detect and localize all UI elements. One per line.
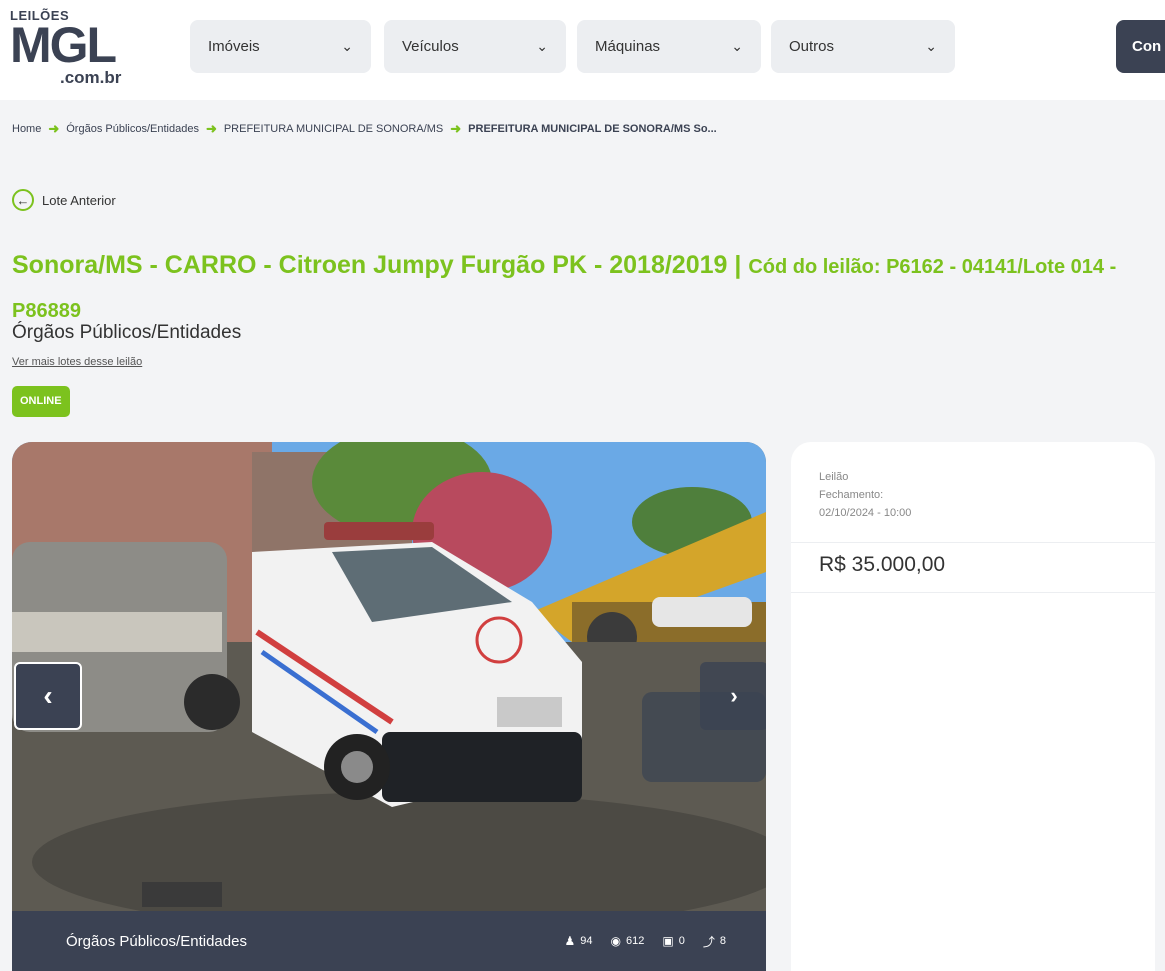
breadcrumb-item[interactable]: PREFEITURA MUNICIPAL DE SONORA/MS bbox=[224, 123, 443, 135]
photo-carousel: ‹ › Órgãos Públicos/Entidades ♟ 94 ◉ 612… bbox=[12, 442, 766, 971]
logo-main-text: MGL bbox=[10, 17, 117, 73]
previous-lot-link[interactable]: ← Lote Anterior bbox=[12, 189, 116, 211]
lot-category: Órgãos Públicos/Entidades bbox=[12, 322, 242, 343]
stat-bids: ⤴ 8 bbox=[703, 933, 726, 950]
photo-footer-label: Órgãos Públicos/Entidades bbox=[66, 932, 247, 950]
users-icon: ♟ bbox=[564, 934, 576, 948]
lot-title: Sonora/MS - CARRO - Citroen Jumpy Furgão… bbox=[12, 244, 1152, 332]
logo-sub-text: .com.br bbox=[60, 68, 122, 87]
header: LEILÕES MGL .com.br Imóveis ⌄ Veículos ⌄… bbox=[0, 0, 1165, 100]
chevron-left-icon: ‹ bbox=[43, 680, 53, 711]
chevron-down-icon: ⌄ bbox=[536, 38, 548, 54]
arrow-right-icon: ➜ bbox=[450, 121, 462, 136]
save-icon: ▣ bbox=[662, 934, 674, 948]
more-lots-link[interactable]: Ver mais lotes desse leilão bbox=[12, 356, 142, 368]
chevron-down-icon: ⌄ bbox=[341, 38, 353, 54]
site-logo[interactable]: LEILÕES MGL .com.br bbox=[10, 8, 140, 92]
nav-dropdown-label: Outros bbox=[789, 38, 835, 55]
stat-views: ◉ 612 bbox=[611, 934, 645, 948]
current-price: R$ 35.000,00 bbox=[819, 553, 946, 576]
stat-saved: ▣ 0 bbox=[662, 934, 684, 948]
status-badge: ONLINE bbox=[12, 386, 70, 417]
gavel-icon: ⤴ bbox=[702, 934, 715, 949]
breadcrumb-current: PREFEITURA MUNICIPAL DE SONORA/MS So... bbox=[468, 123, 717, 135]
arrow-left-circle-icon: ← bbox=[12, 189, 34, 211]
divider bbox=[791, 592, 1155, 593]
stat-bids-value: 8 bbox=[719, 935, 726, 947]
nav-dropdown-veiculos[interactable]: Veículos ⌄ bbox=[384, 20, 566, 73]
auction-type-label: Leilão bbox=[819, 471, 849, 483]
carousel-prev-button[interactable]: ‹ bbox=[14, 662, 82, 730]
lot-title-text: Sonora/MS - CARRO - Citroen Jumpy Furgão… bbox=[12, 251, 742, 279]
nav-dropdown-label: Imóveis bbox=[208, 38, 260, 55]
chevron-right-icon: › bbox=[730, 683, 738, 708]
stat-views-value: 612 bbox=[626, 935, 645, 947]
auction-info: Leilão Fechamento: 02/10/2024 - 10:00 bbox=[819, 468, 911, 522]
chevron-down-icon: ⌄ bbox=[731, 38, 743, 54]
carousel-next-button[interactable]: › bbox=[700, 662, 766, 730]
auction-info-card: Leilão Fechamento: 02/10/2024 - 10:00 R$… bbox=[791, 442, 1155, 971]
previous-lot-label: Lote Anterior bbox=[42, 192, 116, 208]
nav-dropdown-imoveis[interactable]: Imóveis ⌄ bbox=[190, 20, 371, 73]
nav-dropdown-outros[interactable]: Outros ⌄ bbox=[771, 20, 955, 73]
nav-dropdown-label: Veículos bbox=[402, 38, 459, 55]
arrow-right-icon: ➜ bbox=[48, 121, 60, 136]
nav-dropdown-label: Máquinas bbox=[595, 38, 661, 55]
breadcrumb: Home ➜ Órgãos Públicos/Entidades ➜ PREFE… bbox=[12, 121, 717, 137]
stat-users-value: 94 bbox=[580, 935, 593, 947]
closing-date: 02/10/2024 - 10:00 bbox=[819, 507, 912, 519]
closing-label: Fechamento: bbox=[819, 489, 884, 501]
breadcrumb-item[interactable]: Órgãos Públicos/Entidades bbox=[66, 123, 199, 135]
breadcrumb-item[interactable]: Home bbox=[12, 123, 41, 135]
nav-dropdown-maquinas[interactable]: Máquinas ⌄ bbox=[577, 20, 761, 73]
stat-users: ♟ 94 bbox=[565, 934, 593, 948]
divider bbox=[791, 542, 1155, 543]
stat-saved-value: 0 bbox=[678, 935, 685, 947]
photo-footer: Órgãos Públicos/Entidades ♟ 94 ◉ 612 ▣ 0… bbox=[12, 911, 766, 971]
header-cta-button[interactable]: Con bbox=[1116, 20, 1165, 73]
arrow-right-icon: ➜ bbox=[205, 121, 217, 136]
lot-photo bbox=[12, 442, 766, 911]
lot-stats: ♟ 94 ◉ 612 ▣ 0 ⤴ 8 bbox=[565, 911, 726, 971]
chevron-down-icon: ⌄ bbox=[925, 38, 937, 54]
eye-icon: ◉ bbox=[610, 934, 622, 948]
